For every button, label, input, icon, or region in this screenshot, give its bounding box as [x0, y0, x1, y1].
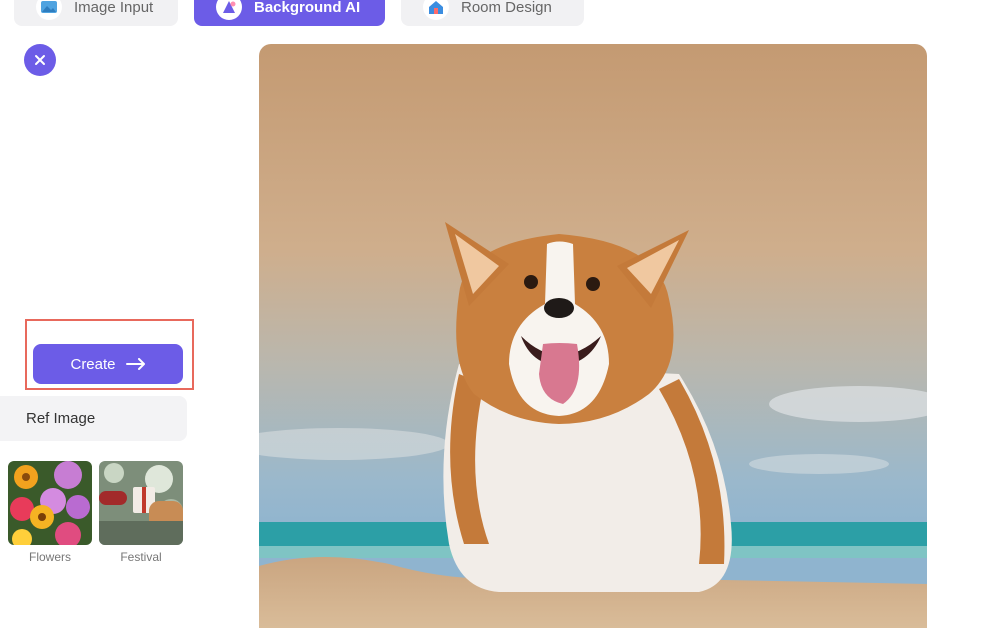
- ref-image-label: Ref Image: [26, 410, 96, 427]
- create-label: Create: [70, 355, 116, 373]
- tab-room-design[interactable]: Room Design: [401, 0, 584, 26]
- arrow-right-icon: [125, 358, 145, 370]
- tab-image-input[interactable]: Image Input: [14, 0, 178, 26]
- thumbnail-label: Flowers: [28, 550, 71, 564]
- tab-label: Room Design: [461, 0, 552, 16]
- preview-image: [259, 44, 927, 628]
- close-button[interactable]: [24, 44, 56, 76]
- thumbnail-flowers[interactable]: [8, 461, 92, 545]
- tab-label: Background AI: [254, 0, 361, 16]
- tab-background-ai[interactable]: Background AI: [194, 0, 385, 26]
- ref-image-section[interactable]: Ref Image: [0, 396, 187, 441]
- create-button[interactable]: Create: [33, 344, 183, 384]
- house-icon: [423, 0, 449, 20]
- image-icon: [36, 0, 62, 20]
- thumbnail-festival[interactable]: [99, 461, 183, 545]
- tab-label: Image Input: [74, 0, 154, 16]
- background-ai-icon: [216, 0, 242, 20]
- close-icon: [35, 55, 45, 65]
- thumbnail-label: Festival: [120, 550, 162, 564]
